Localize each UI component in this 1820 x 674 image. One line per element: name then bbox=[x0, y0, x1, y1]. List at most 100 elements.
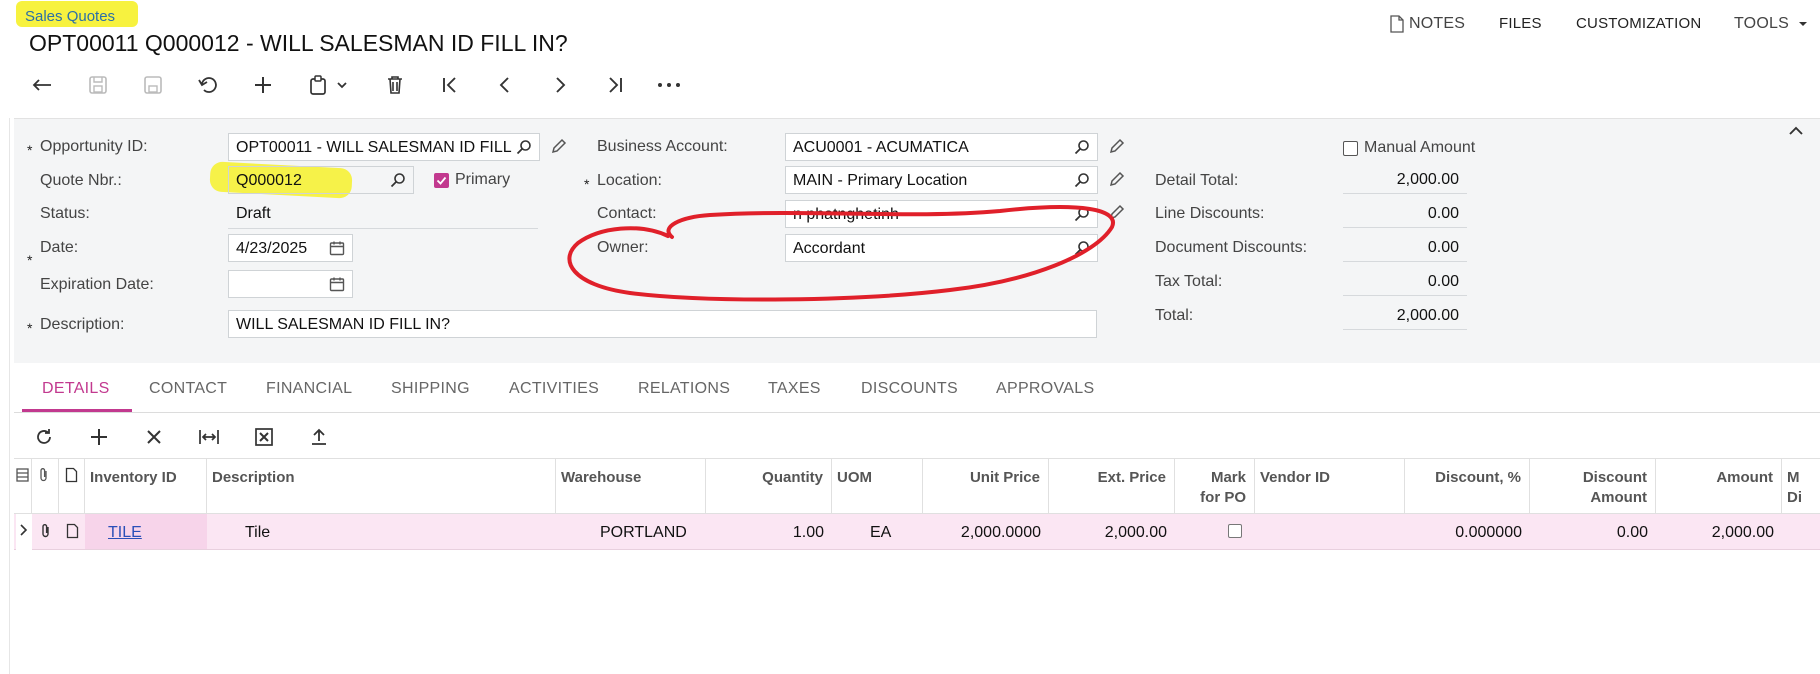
total-value: 2,000.00 bbox=[1343, 302, 1467, 330]
row-note[interactable] bbox=[59, 514, 85, 550]
search-icon[interactable] bbox=[390, 172, 406, 188]
back-icon[interactable] bbox=[29, 72, 55, 98]
delete-row-icon[interactable] bbox=[141, 424, 167, 450]
location-field[interactable]: MAIN - Primary Location bbox=[785, 166, 1098, 194]
inventory-id-link[interactable]: TILE bbox=[108, 524, 142, 541]
description-cell[interactable]: Tile bbox=[207, 514, 556, 550]
discount-amount-header[interactable]: Discount Amount bbox=[1530, 458, 1656, 514]
date-field[interactable]: 4/23/2025 bbox=[228, 234, 353, 262]
inventory-id-cell[interactable]: TILE bbox=[85, 514, 207, 549]
edit-icon[interactable] bbox=[1108, 137, 1126, 155]
add-icon[interactable] bbox=[250, 72, 276, 98]
export-excel-icon[interactable] bbox=[251, 424, 277, 450]
save-close-icon[interactable] bbox=[85, 72, 111, 98]
ext-price-header[interactable]: Ext. Price bbox=[1049, 458, 1175, 514]
truncated-header[interactable]: M Di bbox=[1782, 458, 1820, 514]
tab-activities[interactable]: ACTIVITIES bbox=[509, 380, 599, 398]
discount-percent-header[interactable]: Discount, % bbox=[1405, 458, 1530, 514]
line-discounts-label: Line Discounts: bbox=[1155, 205, 1265, 222]
tab-financial[interactable]: FINANCIAL bbox=[266, 380, 352, 398]
search-icon[interactable] bbox=[1074, 139, 1090, 155]
upload-icon[interactable] bbox=[306, 424, 332, 450]
primary-checkbox[interactable]: Primary bbox=[434, 171, 510, 189]
grid-settings-icon bbox=[16, 468, 29, 482]
document-discounts-label: Document Discounts: bbox=[1155, 239, 1308, 256]
vendor-id-cell[interactable] bbox=[1255, 514, 1405, 550]
checkbox-unchecked bbox=[1343, 140, 1358, 156]
mark-for-po-header[interactable]: Mark for PO bbox=[1175, 458, 1255, 514]
discount-percent-cell[interactable]: 0.000000 bbox=[1405, 514, 1530, 550]
document-discounts-value: 0.00 bbox=[1343, 234, 1467, 262]
description-field[interactable]: WILL SALESMAN ID FILL IN? bbox=[228, 310, 1097, 338]
amount-cell[interactable]: 2,000.00 bbox=[1656, 514, 1782, 550]
copy-paste-menu-icon[interactable] bbox=[306, 72, 352, 98]
discount-amount-header-line2: Amount bbox=[1590, 489, 1647, 506]
unit-price-header[interactable]: Unit Price bbox=[923, 458, 1049, 514]
business-account-field[interactable]: ACU0001 - ACUMATICA bbox=[785, 133, 1098, 161]
previous-record-icon[interactable] bbox=[492, 72, 518, 98]
uom-cell[interactable]: EA bbox=[832, 514, 923, 550]
customization-button[interactable]: CUSTOMIZATION bbox=[1576, 15, 1701, 35]
amount-header[interactable]: Amount bbox=[1656, 458, 1782, 514]
tab-details[interactable]: DETAILS bbox=[42, 380, 110, 398]
undo-icon[interactable] bbox=[195, 72, 221, 98]
refresh-icon[interactable] bbox=[31, 424, 57, 450]
tab-relations[interactable]: RELATIONS bbox=[638, 380, 730, 398]
expiration-date-field[interactable] bbox=[228, 270, 353, 298]
calendar-icon[interactable] bbox=[329, 240, 345, 256]
unit-price-cell[interactable]: 2,000.0000 bbox=[923, 514, 1049, 550]
tabs-divider bbox=[14, 412, 1820, 413]
quantity-header[interactable]: Quantity bbox=[706, 458, 832, 514]
tab-contact[interactable]: CONTACT bbox=[149, 380, 227, 398]
primary-label: Primary bbox=[455, 171, 511, 188]
opportunity-id-field[interactable]: OPT00011 - WILL SALESMAN ID FILL bbox=[228, 133, 540, 161]
column-settings-header[interactable] bbox=[14, 458, 32, 514]
tab-shipping[interactable]: SHIPPING bbox=[391, 380, 470, 398]
collapse-icon[interactable] bbox=[1788, 124, 1804, 142]
notes-button[interactable]: NOTES bbox=[1389, 15, 1465, 35]
row-expand[interactable] bbox=[16, 514, 32, 550]
row-attachment[interactable] bbox=[32, 514, 59, 550]
save-icon[interactable] bbox=[140, 72, 166, 98]
delete-icon[interactable] bbox=[382, 72, 408, 98]
required-marker: * bbox=[584, 176, 590, 192]
files-button[interactable]: FILES bbox=[1499, 15, 1542, 35]
tab-discounts[interactable]: DISCOUNTS bbox=[861, 380, 958, 398]
add-row-icon[interactable] bbox=[86, 424, 112, 450]
search-icon[interactable] bbox=[1074, 172, 1090, 188]
tab-approvals[interactable]: APPROVALS bbox=[996, 380, 1094, 398]
warehouse-header[interactable]: Warehouse bbox=[556, 458, 706, 514]
uom-header[interactable]: UOM bbox=[832, 458, 923, 514]
attachment-header bbox=[32, 458, 59, 514]
line-discounts-value: 0.00 bbox=[1343, 200, 1467, 228]
quote-nbr-field[interactable]: Q000012 bbox=[228, 166, 414, 194]
first-record-icon[interactable] bbox=[437, 72, 463, 98]
manual-amount-checkbox[interactable]: Manual Amount bbox=[1343, 139, 1475, 157]
detail-total-value: 2,000.00 bbox=[1343, 166, 1467, 194]
breadcrumb[interactable]: Sales Quotes bbox=[25, 8, 115, 25]
paperclip-icon bbox=[40, 468, 47, 482]
tab-taxes[interactable]: TAXES bbox=[768, 380, 821, 398]
more-icon[interactable] bbox=[656, 72, 682, 98]
quote-nbr-value: Q000012 bbox=[236, 172, 302, 189]
mark-for-po-header-line2: for PO bbox=[1200, 489, 1246, 506]
next-record-icon[interactable] bbox=[547, 72, 573, 98]
warehouse-cell[interactable]: PORTLAND bbox=[556, 514, 706, 550]
description-header[interactable]: Description bbox=[207, 458, 556, 514]
mark-for-po-cell[interactable] bbox=[1175, 514, 1255, 550]
quantity-cell[interactable]: 1.00 bbox=[706, 514, 832, 550]
active-tab-indicator bbox=[22, 409, 132, 412]
edit-icon[interactable] bbox=[550, 137, 568, 155]
opportunity-id-value: OPT00011 - WILL SALESMAN ID FILL bbox=[236, 139, 512, 156]
search-icon[interactable] bbox=[516, 139, 532, 155]
mark-for-po-checkbox[interactable] bbox=[1228, 524, 1242, 538]
calendar-icon[interactable] bbox=[329, 276, 345, 292]
fit-columns-icon[interactable] bbox=[196, 424, 222, 450]
last-record-icon[interactable] bbox=[602, 72, 628, 98]
discount-amount-cell[interactable]: 0.00 bbox=[1530, 514, 1656, 550]
vendor-id-header[interactable]: Vendor ID bbox=[1255, 458, 1405, 514]
inventory-id-header[interactable]: Inventory ID bbox=[85, 458, 207, 514]
tools-button[interactable]: TOOLS bbox=[1734, 15, 1809, 35]
edit-icon[interactable] bbox=[1108, 170, 1126, 188]
ext-price-cell[interactable]: 2,000.00 bbox=[1049, 514, 1175, 550]
